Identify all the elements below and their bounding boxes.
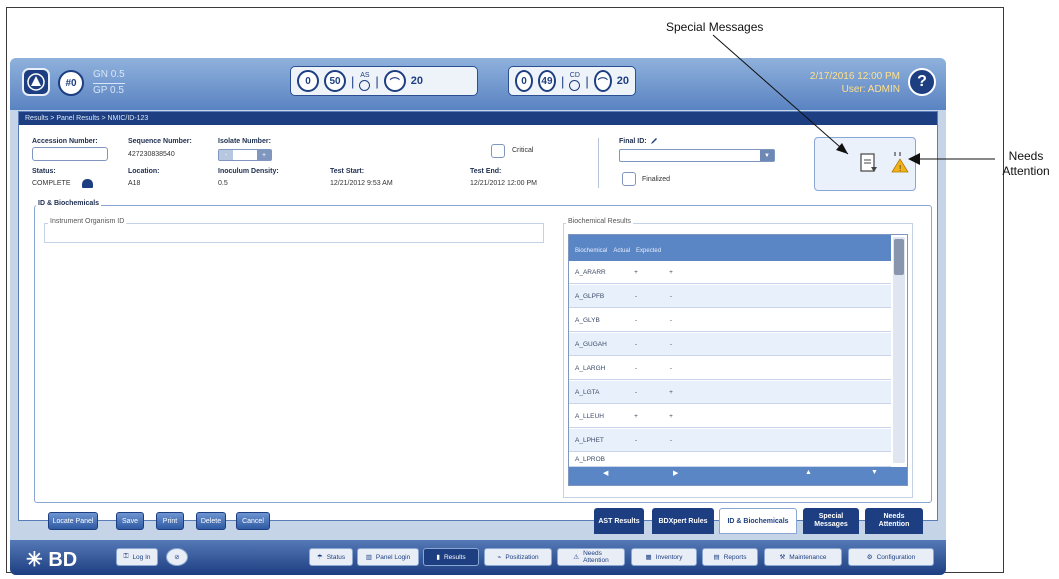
special-messages-arrow-line xyxy=(712,34,849,155)
screenshot-stage: Special Messages Needs Attention #0 GN 0… xyxy=(0,0,1059,579)
callout-arrows xyxy=(712,34,995,165)
needs-attention-arrowhead-icon xyxy=(908,153,920,165)
